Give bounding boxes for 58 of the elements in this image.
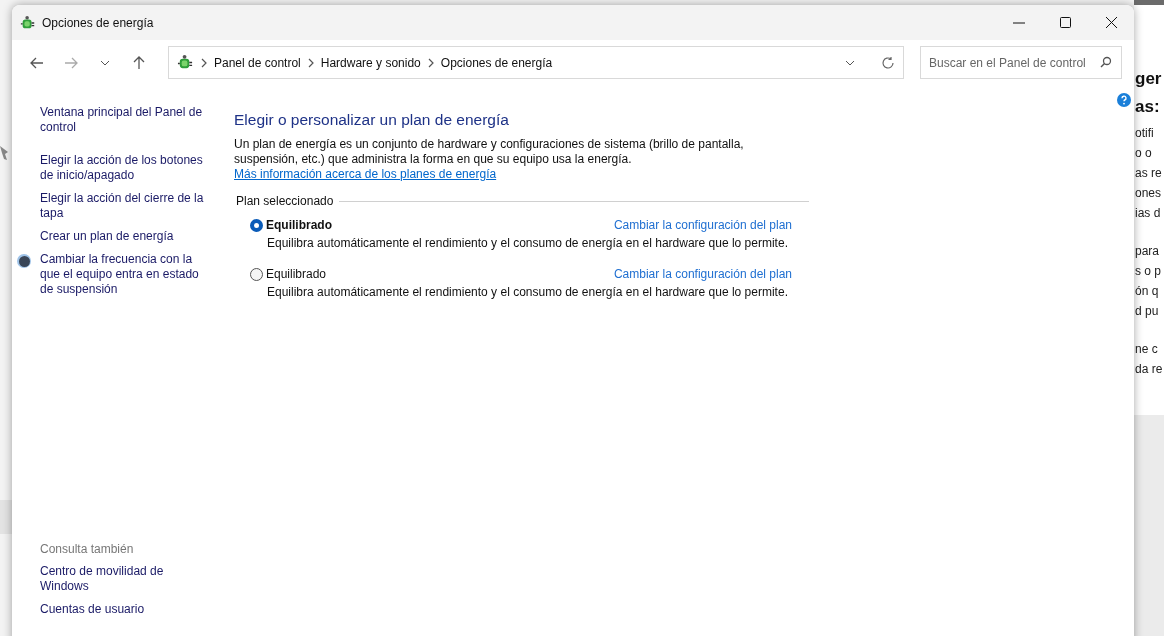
plan-name: Equilibrado [266, 218, 333, 232]
background-text: ne c [1135, 341, 1158, 358]
address-bar[interactable]: Panel de control Hardware y sonido Opciones de energía [168, 46, 904, 79]
sidebar-link[interactable]: Centro de movilidad de Windows [40, 564, 210, 594]
sidebar-link[interactable]: Ventana principal del Panel de control [40, 105, 210, 135]
help-icon[interactable] [1117, 93, 1131, 107]
background-text: para [1135, 243, 1160, 260]
window-title: Opciones de energía [42, 15, 155, 30]
background-text: ón q [1135, 283, 1159, 300]
maximize-icon [1059, 17, 1071, 28]
power-plug-icon [20, 14, 36, 31]
sidebar-link[interactable]: Cuentas de usuario [40, 602, 210, 617]
intro-text: Un plan de energía es un conjunto de hardware y configuraciones de sistema (brillo de pantalla, suspensión, etc.) que administra la forma en que su equipo usa la energía. Más información acerca de los planes de energía [234, 137, 745, 182]
chevron-down-icon [100, 59, 110, 66]
refresh-icon[interactable] [881, 55, 895, 70]
background-heading: as: [1135, 96, 1160, 118]
chevron-right-icon [200, 57, 208, 68]
arrow-up-icon [133, 55, 145, 70]
page-heading: Elegir o personalizar un plan de energía [234, 111, 510, 129]
breadcrumb[interactable]: Opciones de energía [440, 55, 553, 70]
more-info-link[interactable]: Más información acerca de los planes de energía [234, 167, 497, 181]
power-plug-icon [177, 54, 194, 71]
background-row [0, 500, 12, 534]
plan-settings-link[interactable]: Cambiar la configuración del plan [613, 267, 792, 281]
background-text: ias d [1135, 205, 1161, 222]
arrow-left-icon [30, 56, 44, 69]
plan-name: Equilibrado [266, 267, 328, 281]
background-text: o o [1135, 145, 1152, 162]
sidebar-link[interactable]: Elegir la acción del cierre de la tapa [40, 191, 210, 221]
background-text: as re [1135, 165, 1162, 182]
background-heading: ger [1135, 68, 1162, 90]
breadcrumb[interactable]: Hardware y sonido [320, 55, 421, 70]
background-text: d pu [1135, 303, 1159, 320]
arrow-right-icon [64, 56, 78, 69]
dropdown-icon[interactable] [845, 59, 855, 66]
background-text: da re [1135, 361, 1163, 378]
background-text: ones [1135, 185, 1162, 202]
background-text: s o p [1135, 263, 1161, 280]
background-text: otifi [1135, 125, 1154, 142]
radio-button[interactable] [250, 218, 263, 232]
search-field[interactable]: Buscar en el Panel de control [920, 46, 1122, 79]
close-icon [1105, 17, 1117, 28]
sidebar-link[interactable]: Elegir la acción de los botones de inicio/apagado [40, 153, 210, 183]
plan-description: Equilibra automáticamente el rendimiento y el consumo de energía en el hardware que lo permite. [267, 236, 788, 251]
minimize-icon [1013, 21, 1025, 24]
sidebar-link[interactable]: Crear un plan de energía [40, 229, 210, 244]
background-bar [1134, 0, 1164, 5]
group-label: Plan seleccionado [236, 194, 334, 208]
moon-icon [16, 253, 32, 269]
breadcrumb[interactable]: Panel de control [214, 55, 301, 70]
see-also-heading: Consulta también [40, 542, 135, 556]
plan-settings-link[interactable]: Cambiar la configuración del plan [613, 218, 792, 232]
sidebar-link[interactable]: Cambiar la frecuencia con la que el equipo entra en estado de suspensión [40, 252, 210, 297]
radio-button[interactable] [250, 267, 263, 281]
chevron-right-icon [306, 57, 315, 68]
plan-description: Equilibra automáticamente el rendimiento y el consumo de energía en el hardware que lo permite. [267, 285, 788, 300]
chevron-right-icon [426, 57, 435, 68]
search-icon [1100, 56, 1112, 68]
